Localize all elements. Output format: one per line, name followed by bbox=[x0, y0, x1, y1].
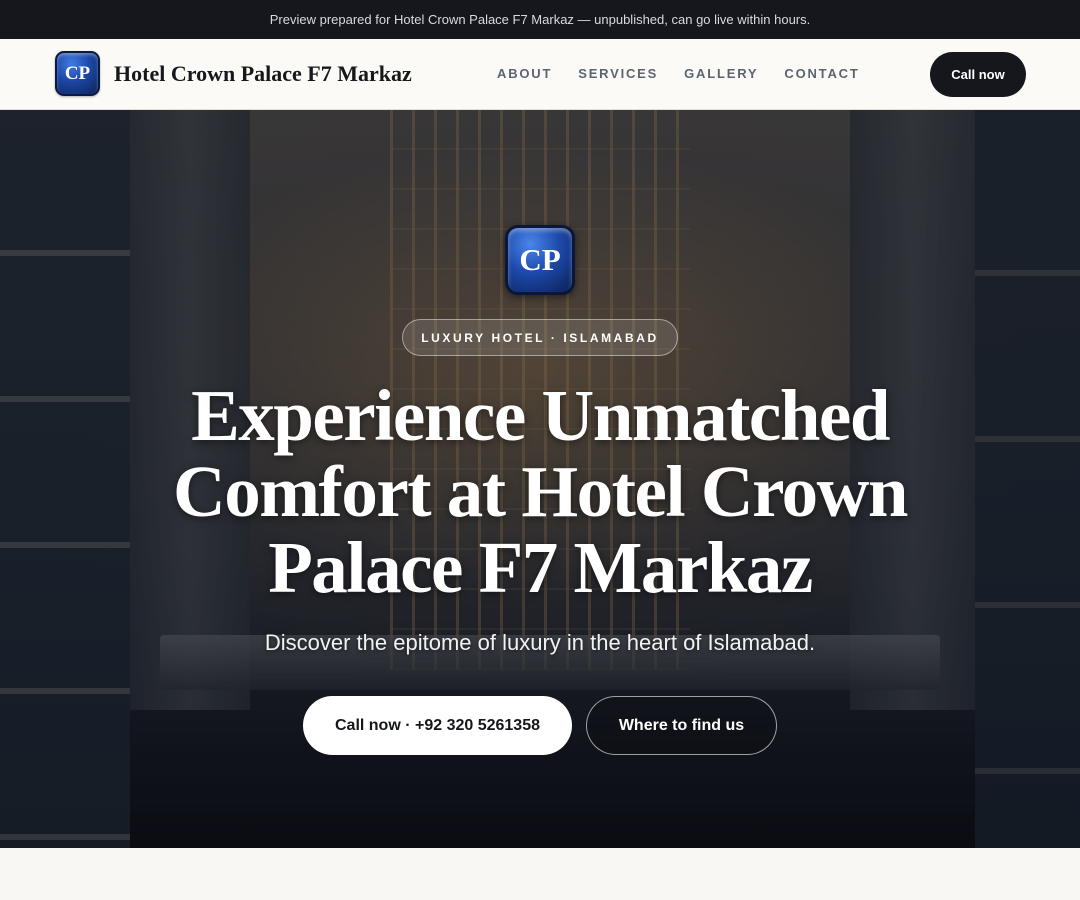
site-header: CP Hotel Crown Palace F7 Markaz ABOUT SE… bbox=[0, 39, 1080, 110]
brand-logo-text: CP bbox=[64, 62, 91, 84]
hero-subheadline: Discover the epitome of luxury in the he… bbox=[264, 630, 816, 655]
nav-link-services[interactable]: SERVICES bbox=[578, 66, 658, 81]
header-call-button[interactable]: Call now bbox=[930, 52, 1026, 97]
hero-headline: Experience Unmatched Comfort at Hotel Cr… bbox=[173, 375, 909, 608]
preview-notice-text: Preview prepared for Hotel Crown Palace … bbox=[269, 12, 811, 27]
hero-directions-button[interactable]: Where to find us bbox=[586, 696, 777, 755]
nav-link-about[interactable]: ABOUT bbox=[497, 66, 552, 81]
brand-logo: CP bbox=[55, 51, 100, 96]
hero-tagline-pill: LUXURY HOTEL · ISLAMABAD bbox=[402, 319, 678, 356]
hero-logo: CP bbox=[505, 225, 575, 295]
hero-call-button[interactable]: Call now · +92 320 5261358 bbox=[303, 696, 572, 755]
hero-logo-text: CP bbox=[519, 242, 561, 277]
next-section bbox=[0, 848, 1080, 900]
brand[interactable]: CP Hotel Crown Palace F7 Markaz bbox=[55, 51, 412, 96]
hero-section: CP LUXURY HOTEL · ISLAMABAD Experience U… bbox=[0, 110, 1080, 848]
preview-notice-bar: Preview prepared for Hotel Crown Palace … bbox=[0, 0, 1080, 39]
nav-link-contact[interactable]: CONTACT bbox=[784, 66, 859, 81]
main-nav: ABOUT SERVICES GALLERY CONTACT bbox=[497, 66, 860, 81]
hero-content: CP LUXURY HOTEL · ISLAMABAD Experience U… bbox=[0, 110, 1080, 848]
brand-name: Hotel Crown Palace F7 Markaz bbox=[114, 60, 412, 86]
nav-link-gallery[interactable]: GALLERY bbox=[684, 66, 758, 81]
